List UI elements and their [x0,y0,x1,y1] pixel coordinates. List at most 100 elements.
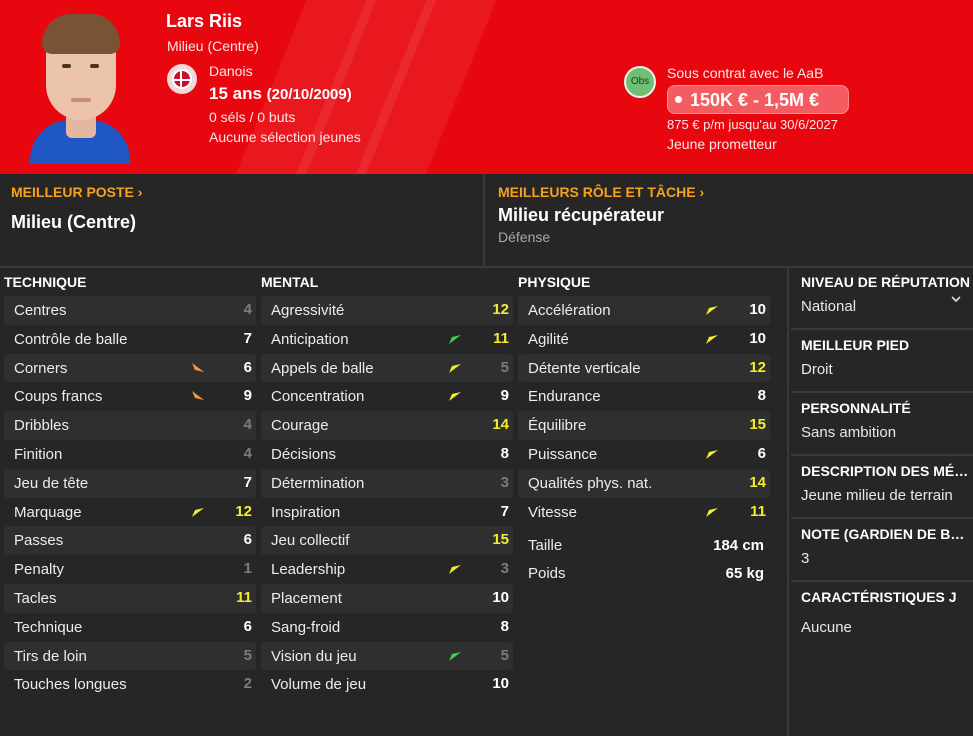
attribute-label: Inspiration [271,503,341,521]
attribute-row[interactable]: Qualités phys. nat. 14 [518,468,770,498]
player-info-panel: NIVEAU DE RÉPUTATION National MEILLEUR P… [787,268,973,736]
attribute-row[interactable]: Détermination 3 [261,468,513,498]
attribute-label: Passes [14,532,64,550]
attribute-value: 8 [500,617,509,635]
attribute-row[interactable]: Centres 4 [4,296,256,325]
trend-down-arrow-icon [192,391,204,401]
attribute-row[interactable]: Équilibre 15 [518,411,770,440]
attribute-value: 2 [243,675,252,693]
attribute-row[interactable]: Leadership 3 [261,555,513,584]
attribute-value: 14 [749,473,766,491]
mental-header: MENTAL [261,274,319,290]
attribute-value: 15 [749,416,766,434]
attribute-row[interactable]: Appels de balle 5 [261,353,513,383]
personality-section: PERSONNALITÉ Sans ambition [801,400,971,441]
attribute-row[interactable]: Accélération 10 [518,296,770,325]
attribute-row[interactable]: Finition 4 [4,440,256,469]
goalkeeper-rating-section: NOTE (GARDIEN DE BUT) 3 [801,526,971,567]
attribute-value: 12 [749,358,766,376]
player-traits-section: CARACTÉRISTIQUES J Aucune [801,589,971,636]
attribute-row[interactable]: Contrôle de balle 7 [4,325,256,354]
attribute-row[interactable]: Agressivité 12 [261,296,513,325]
attribute-value: 4 [243,416,252,434]
transfer-value-pill[interactable]: 150K € - 1,5M € [667,85,849,114]
attribute-label: Jeu de tête [14,474,89,492]
personality-title: PERSONNALITÉ [801,400,911,416]
attribute-row[interactable]: Puissance 6 [518,440,770,469]
attribute-row[interactable]: Passes 6 [4,526,256,556]
attribute-value: 12 [235,502,252,520]
media-description-value: Jeune milieu de terrain [801,487,953,504]
attribute-row[interactable]: Tirs de loin 5 [4,641,256,671]
best-position-link[interactable]: MEILLEUR POSTE › [11,184,142,200]
attribute-label: Sang-froid [271,618,341,636]
attribute-row[interactable]: Jeu de tête 7 [4,468,256,498]
denmark-flag-icon[interactable] [167,64,197,94]
attribute-value: 11 [750,502,766,520]
attribute-row[interactable]: Vision du jeu 5 [261,641,513,671]
attribute-label: Accélération [528,302,611,319]
attribute-row[interactable]: Anticipation 11 [261,325,513,354]
attribute-row[interactable]: Placement 10 [261,583,513,613]
attribute-row[interactable]: Concentration 9 [261,382,513,411]
trend-up-arrow-icon [706,306,718,315]
attribute-row[interactable]: Touches longues 2 [4,670,256,699]
contract-status[interactable]: Sous contrat avec le AaB [667,65,823,81]
attribute-row[interactable]: Penalty 1 [4,555,256,584]
attribute-row[interactable]: Agilité 10 [518,325,770,354]
attribute-row[interactable]: Détente verticale 12 [518,353,770,383]
panel-separator [791,391,973,393]
player-traits-value: Aucune [801,619,852,636]
trend-up-arrow-icon [449,651,461,661]
attribute-label: Détente verticale [528,359,641,377]
attribute-label: Finition [14,445,63,463]
physique-attributes: Accélération 10 Agilité 10 Détente verticale… [518,296,770,526]
attribute-row[interactable]: Décisions 8 [261,440,513,469]
attribute-row[interactable]: Corners 6 [4,353,256,383]
attribute-label: Puissance [528,445,598,463]
attribute-row[interactable]: Tacles 11 [4,583,256,613]
international-caps: 0 séls / 0 buts [209,109,296,125]
best-position-panel: MEILLEUR POSTE › Milieu (Centre) [0,174,485,266]
attribute-value: 6 [757,444,766,462]
attribute-label: Dribbles [14,417,70,435]
chevron-down-icon[interactable] [951,294,961,304]
panel-separator [791,328,973,330]
attribute-label: Qualités phys. nat. [528,474,653,492]
attribute-row[interactable]: Dribbles 4 [4,411,256,440]
attribute-value: 5 [500,646,509,664]
attribute-row[interactable]: Marquage 12 [4,498,256,527]
best-role-link[interactable]: MEILLEURS RÔLE ET TÂCHE › [498,184,704,200]
attribute-label: Coups francs [14,388,103,406]
weight-label: Poids [528,565,566,582]
attribute-row[interactable]: Technique 6 [4,613,256,642]
attribute-value: 1 [243,560,252,578]
attribute-label: Concentration [271,388,365,406]
player-nationality[interactable]: Danois [209,63,253,79]
reputation-section[interactable]: NIVEAU DE RÉPUTATION National [801,274,971,315]
attribute-value: 3 [500,560,509,578]
attribute-row[interactable]: Coups francs 9 [4,382,256,411]
attribute-value: 10 [749,329,766,347]
club-badge-icon[interactable]: Obs [624,66,656,98]
price-tag-icon [675,96,682,103]
attribute-label: Endurance [528,388,601,406]
attribute-label: Détermination [271,474,365,492]
attribute-label: Corners [14,359,68,377]
mental-attributes: Agressivité 12 Anticipation 11 Appels de bal… [261,296,513,699]
attribute-row[interactable]: Endurance 8 [518,382,770,411]
attribute-row[interactable]: Jeu collectif 15 [261,526,513,556]
attribute-row[interactable]: Courage 14 [261,411,513,440]
trend-up-arrow-icon [449,392,461,402]
attribute-row[interactable]: Volume de jeu 10 [261,670,513,699]
date-of-birth: (20/10/2009) [266,86,352,103]
attribute-label: Touches longues [14,676,127,694]
attribute-row[interactable]: Sang-froid 8 [261,613,513,642]
attribute-row[interactable]: Inspiration 7 [261,498,513,527]
media-description-title: DESCRIPTION DES MÉDIAS [801,463,971,479]
attribute-row[interactable]: Vitesse 11 [518,498,770,527]
attribute-label: Anticipation [271,330,349,348]
best-role-panel: MEILLEURS RÔLE ET TÂCHE › Milieu récupér… [487,174,973,266]
goalkeeper-rating-title: NOTE (GARDIEN DE BUT) [801,526,971,542]
player-position: Milieu (Centre) [167,38,259,54]
